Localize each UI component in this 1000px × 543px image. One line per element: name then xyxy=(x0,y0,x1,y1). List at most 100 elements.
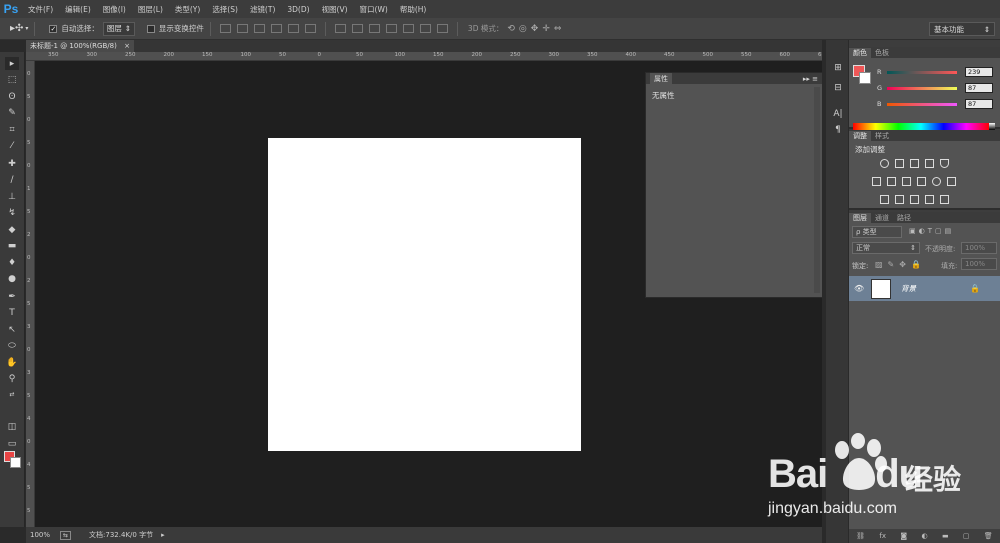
auto-select-dropdown[interactable]: 图层 ⇕ xyxy=(102,21,135,36)
menu-help[interactable]: 帮助(H) xyxy=(394,4,433,15)
slide-3d-icon[interactable]: ✛ xyxy=(542,24,550,34)
blend-mode-dropdown[interactable]: 正常 ⇕ xyxy=(852,242,920,254)
rotate-3d-icon[interactable]: ⟲ xyxy=(507,24,515,34)
tab-swatches[interactable]: 色板 xyxy=(871,48,893,58)
color-slider-r[interactable]: R 239 xyxy=(853,66,993,78)
new-adjustment-icon[interactable]: ◐ xyxy=(922,532,928,540)
show-transform-checkbox[interactable] xyxy=(146,24,155,33)
link-layers-icon[interactable]: ⛓ xyxy=(856,532,865,540)
menu-filter[interactable]: 滤镜(T) xyxy=(244,4,281,15)
menu-layer[interactable]: 图层(L) xyxy=(132,4,169,15)
tab-color[interactable]: 颜色 xyxy=(849,48,871,58)
exposure-icon[interactable] xyxy=(925,159,934,168)
color-balance-icon[interactable] xyxy=(887,177,896,186)
menu-type[interactable]: 类型(Y) xyxy=(169,4,206,15)
add-mask-icon[interactable]: ◙ xyxy=(900,532,907,540)
hue-saturation-icon[interactable] xyxy=(872,177,881,186)
delete-layer-icon[interactable]: 🗑 xyxy=(984,532,993,540)
brightness-contrast-icon[interactable] xyxy=(880,159,889,168)
color-lookup-icon[interactable] xyxy=(947,177,956,186)
move-tool-preset-icon[interactable]: ▸✣ xyxy=(10,23,23,34)
align-right-icon[interactable] xyxy=(304,24,316,33)
properties-tab[interactable]: 属性 xyxy=(650,73,672,84)
distribute-right-icon[interactable] xyxy=(419,24,431,33)
lasso-tool-icon[interactable]: ʘ xyxy=(5,90,19,103)
color-bw-bar[interactable] xyxy=(989,123,995,130)
tab-layers[interactable]: 图层 xyxy=(849,213,871,223)
auto-align-icon[interactable] xyxy=(436,24,448,33)
align-left-icon[interactable] xyxy=(270,24,282,33)
menu-edit[interactable]: 编辑(E) xyxy=(59,4,97,15)
selective-color-icon[interactable] xyxy=(940,195,949,204)
layer-filter-icons[interactable]: ▣◐T▢▤ xyxy=(909,227,954,235)
screen-mode-icon[interactable]: ▭ xyxy=(5,437,19,450)
channel-mixer-icon[interactable] xyxy=(932,177,941,186)
layer-name[interactable]: 背景 xyxy=(901,283,916,294)
document-canvas[interactable] xyxy=(268,138,581,451)
vibrance-icon[interactable] xyxy=(940,159,949,168)
eyedropper-tool-icon[interactable]: ⁄ xyxy=(5,139,19,152)
align-bottom-icon[interactable] xyxy=(253,24,265,33)
scale-3d-icon[interactable]: ⇔ xyxy=(554,24,562,34)
tab-channels[interactable]: 通道 xyxy=(871,213,893,223)
clone-stamp-tool-icon[interactable]: ⊥ xyxy=(5,190,19,203)
posterize-icon[interactable] xyxy=(895,195,904,204)
pen-tool-icon[interactable]: ✒ xyxy=(5,290,19,303)
tab-adjustments[interactable]: 调整 xyxy=(849,131,871,141)
menu-file[interactable]: 文件(F) xyxy=(22,4,59,15)
lock-options-icons[interactable]: ▨✎✥🔒 xyxy=(875,260,926,269)
document-tab[interactable]: 未标题-1 @ 100%(RGB/8) × xyxy=(26,40,134,52)
distribute-top-icon[interactable] xyxy=(334,24,346,33)
align-vcenter-icon[interactable] xyxy=(236,24,248,33)
distribute-vcenter-icon[interactable] xyxy=(351,24,363,33)
curves-icon[interactable] xyxy=(910,159,919,168)
photo-filter-icon[interactable] xyxy=(917,177,926,186)
layer-filter-dropdown[interactable]: ρ 类型 xyxy=(852,226,902,238)
tab-styles[interactable]: 样式 xyxy=(871,131,893,141)
layer-row[interactable]: 👁 背景 🔒 xyxy=(849,276,1000,301)
background-color-swatch[interactable] xyxy=(10,457,21,468)
crop-tool-icon[interactable]: ⌗ xyxy=(5,123,19,136)
panel-menu-icon[interactable]: ▸▸ ≡ xyxy=(803,75,818,83)
status-menu-icon[interactable]: ▸ xyxy=(161,531,165,539)
slider-track-r[interactable] xyxy=(887,70,957,74)
black-white-icon[interactable] xyxy=(902,177,911,186)
layer-style-icon[interactable]: fx xyxy=(879,532,886,540)
levels-icon[interactable] xyxy=(895,159,904,168)
gradient-map-icon[interactable] xyxy=(925,195,934,204)
threshold-icon[interactable] xyxy=(910,195,919,204)
menu-view[interactable]: 视图(V) xyxy=(316,4,354,15)
menu-image[interactable]: 图像(I) xyxy=(97,4,132,15)
roll-3d-icon[interactable]: ◎ xyxy=(519,24,527,34)
auto-select-checkbox[interactable]: ✓ xyxy=(49,24,58,33)
character-panel-icon[interactable]: A| xyxy=(832,108,844,120)
fill-field[interactable]: 100% xyxy=(961,258,997,270)
eye-icon[interactable]: 👁 xyxy=(854,284,864,293)
gradient-tool-icon[interactable]: ▬ xyxy=(5,239,19,252)
status-toggle-icon[interactable]: ⇆ xyxy=(60,530,72,540)
opacity-field[interactable]: 100% xyxy=(961,242,997,254)
healing-brush-tool-icon[interactable]: ✚ xyxy=(5,157,19,170)
history-panel-icon[interactable]: ⊞ xyxy=(832,62,844,74)
distribute-bottom-icon[interactable] xyxy=(368,24,380,33)
marquee-tool-icon[interactable]: ⬚ xyxy=(5,73,19,86)
shape-tool-icon[interactable]: ⬭ xyxy=(5,339,19,352)
align-hcenter-icon[interactable] xyxy=(287,24,299,33)
drag-3d-icon[interactable]: ✥ xyxy=(531,24,539,34)
distribute-left-icon[interactable] xyxy=(385,24,397,33)
menu-3d[interactable]: 3D(D) xyxy=(281,5,315,14)
menu-select[interactable]: 选择(S) xyxy=(206,4,244,15)
scrollbar[interactable] xyxy=(814,87,820,293)
actions-panel-icon[interactable]: ⊟ xyxy=(832,82,844,94)
swap-colors-icon[interactable]: ⇄ xyxy=(5,388,19,401)
paragraph-panel-icon[interactable]: ¶ xyxy=(832,124,844,136)
distribute-hcenter-icon[interactable] xyxy=(402,24,414,33)
chevron-down-icon[interactable]: ▾ xyxy=(25,25,28,32)
align-top-icon[interactable] xyxy=(219,24,231,33)
close-icon[interactable]: × xyxy=(124,42,130,50)
channel-value-r[interactable]: 239 xyxy=(965,67,993,77)
color-slider-g[interactable]: G 87 xyxy=(853,82,993,94)
quick-mask-icon[interactable]: ◫ xyxy=(5,420,19,433)
move-tool-icon[interactable]: ▸ xyxy=(5,57,19,70)
type-tool-icon[interactable]: T xyxy=(5,306,19,319)
